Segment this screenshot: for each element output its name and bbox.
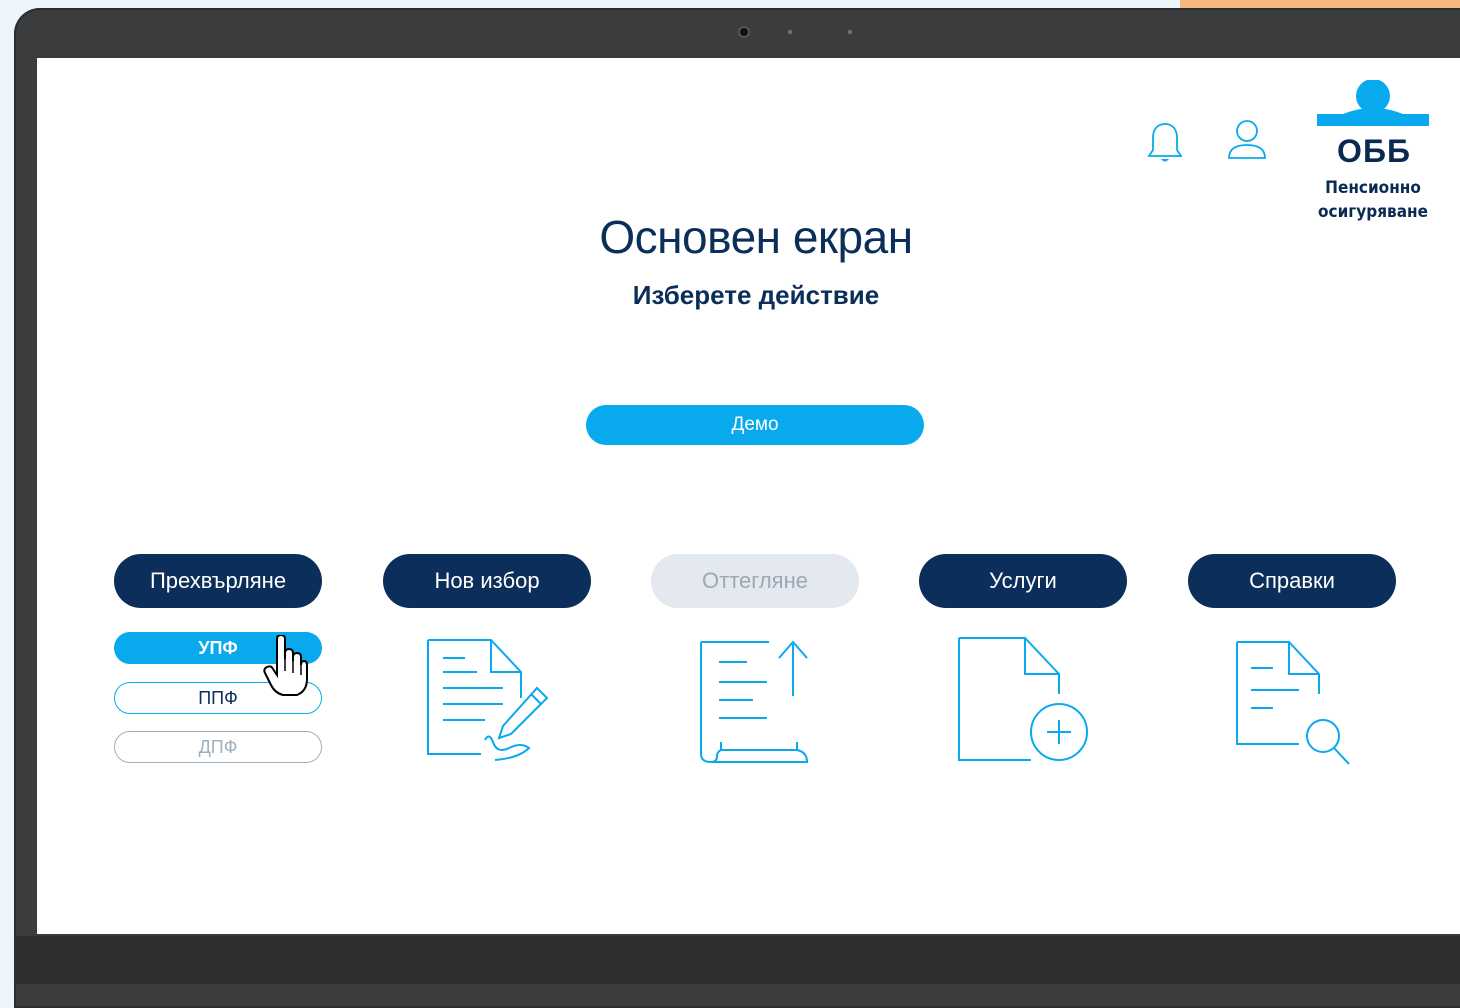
webcam xyxy=(738,26,750,38)
reports-button[interactable]: Справки xyxy=(1188,554,1396,608)
user-icon[interactable] xyxy=(1225,118,1269,168)
bell-icon[interactable] xyxy=(1145,120,1185,170)
page-title: Основен екран xyxy=(599,211,913,263)
services-button[interactable]: Услуги xyxy=(919,554,1127,608)
app-screen: ОББ Пенсионно осигуряване Основен екран … xyxy=(37,58,1460,934)
new-choice-button[interactable]: Нов избор xyxy=(383,554,591,608)
scroll-upload-icon xyxy=(697,638,817,772)
sensor-dot xyxy=(788,30,792,34)
transfer-button[interactable]: Прехвърляне xyxy=(114,554,322,608)
document-add-icon[interactable] xyxy=(955,634,1095,770)
hand-pointer-icon xyxy=(263,633,309,701)
sensor-dot xyxy=(848,30,852,34)
laptop-bezel-bottom xyxy=(14,936,1460,984)
demo-button[interactable]: Демо xyxy=(586,405,924,445)
fund-dpf-button: ДПФ xyxy=(114,731,322,763)
withdrawal-button: Оттегляне xyxy=(651,554,859,608)
document-search-icon[interactable] xyxy=(1233,638,1363,772)
obb-logo: ОББ Пенсионно осигуряване xyxy=(1303,80,1443,230)
logo-brand: ОББ xyxy=(1337,133,1411,169)
document-sign-icon[interactable] xyxy=(425,636,555,770)
logo-line1: Пенсионно xyxy=(1325,178,1421,198)
page-subtitle: Изберете действие xyxy=(632,280,880,310)
